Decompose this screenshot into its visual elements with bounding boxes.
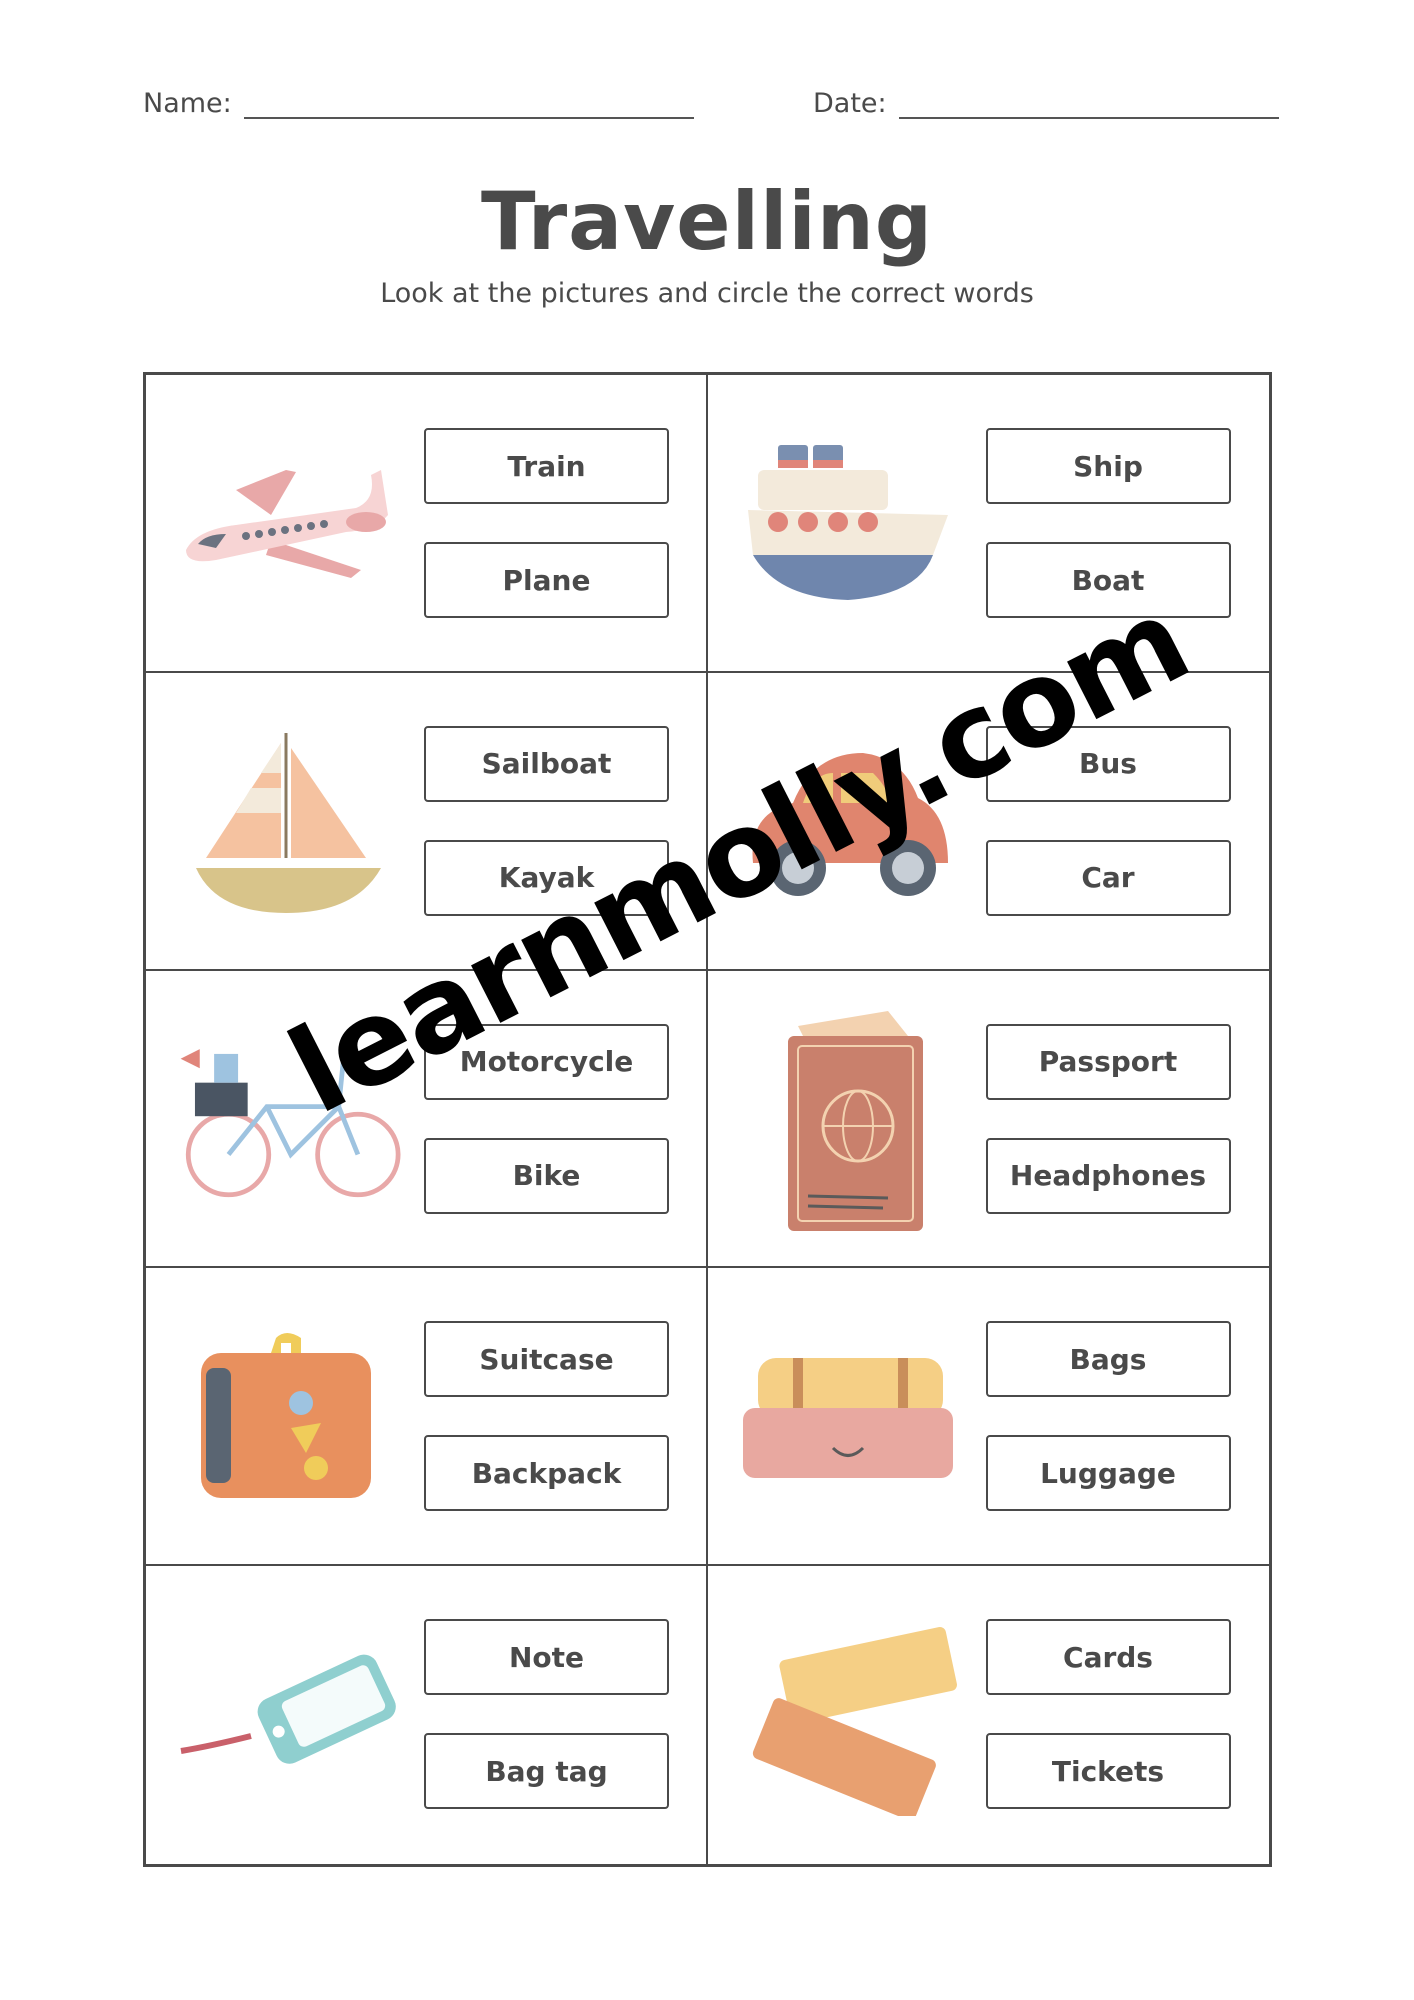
suitcase-icon xyxy=(171,1328,401,1508)
sailboat-icon xyxy=(171,732,401,913)
date-label: Date: xyxy=(813,88,887,119)
option-train[interactable]: Train xyxy=(424,428,669,504)
option-bag-tag[interactable]: Bag tag xyxy=(424,1733,669,1810)
option-backpack[interactable]: Backpack xyxy=(424,1435,669,1512)
exercise-cell: Bus Car xyxy=(707,673,1269,971)
exercise-cell: Sailboat Kayak xyxy=(146,672,708,971)
bag-tag-icon xyxy=(171,1626,401,1806)
option-motorcycle[interactable]: Motorcycle xyxy=(424,1023,669,1100)
date-input-line[interactable] xyxy=(898,89,1279,119)
option-tickets[interactable]: Tickets xyxy=(985,1733,1231,1810)
option-bike[interactable]: Bike xyxy=(424,1137,669,1214)
instructions: Look at the pictures and circle the corr… xyxy=(380,278,1034,309)
page-title: Travelling xyxy=(480,175,934,268)
option-ship[interactable]: Ship xyxy=(985,428,1231,504)
car-icon xyxy=(733,733,963,913)
option-luggage[interactable]: Luggage xyxy=(985,1435,1231,1512)
date-field[interactable]: Date: xyxy=(813,88,1279,119)
option-plane[interactable]: Plane xyxy=(424,542,669,618)
option-passport[interactable]: Passport xyxy=(985,1023,1231,1100)
option-bags[interactable]: Bags xyxy=(985,1321,1231,1398)
ship-icon xyxy=(733,435,963,615)
bicycle-icon xyxy=(171,1031,401,1211)
name-label: Name: xyxy=(143,88,232,119)
option-headphones[interactable]: Headphones xyxy=(985,1137,1231,1214)
exercise-cell: Suitcase Backpack xyxy=(146,1268,708,1567)
option-bus[interactable]: Bus xyxy=(985,725,1231,802)
name-input-line[interactable] xyxy=(243,89,694,119)
option-boat[interactable]: Boat xyxy=(985,542,1231,618)
exercise-cell: Ship Boat xyxy=(707,375,1269,673)
exercise-cell: Motorcycle Bike xyxy=(146,970,708,1269)
exercise-cell: Train Plane xyxy=(146,375,708,673)
exercise-grid: Train Plane Ship Boat Sailboat Kayak Bus… xyxy=(143,372,1272,1867)
exercise-cell: Cards Tickets xyxy=(708,1566,1270,1864)
tickets-icon xyxy=(733,1611,963,1821)
option-sailboat[interactable]: Sailboat xyxy=(424,725,669,802)
exercise-cell: Passport Headphones xyxy=(707,971,1269,1269)
passport-icon xyxy=(733,1001,963,1241)
exercise-cell: Note Bag tag xyxy=(146,1566,708,1864)
option-note[interactable]: Note xyxy=(424,1619,669,1696)
option-car[interactable]: Car xyxy=(985,839,1231,916)
option-cards[interactable]: Cards xyxy=(985,1619,1231,1696)
name-field[interactable]: Name: xyxy=(143,88,694,119)
plane-icon xyxy=(171,435,401,615)
luggage-icon xyxy=(733,1328,963,1508)
exercise-cell: Bags Luggage xyxy=(707,1268,1269,1567)
option-suitcase[interactable]: Suitcase xyxy=(424,1321,669,1398)
option-kayak[interactable]: Kayak xyxy=(424,839,669,916)
